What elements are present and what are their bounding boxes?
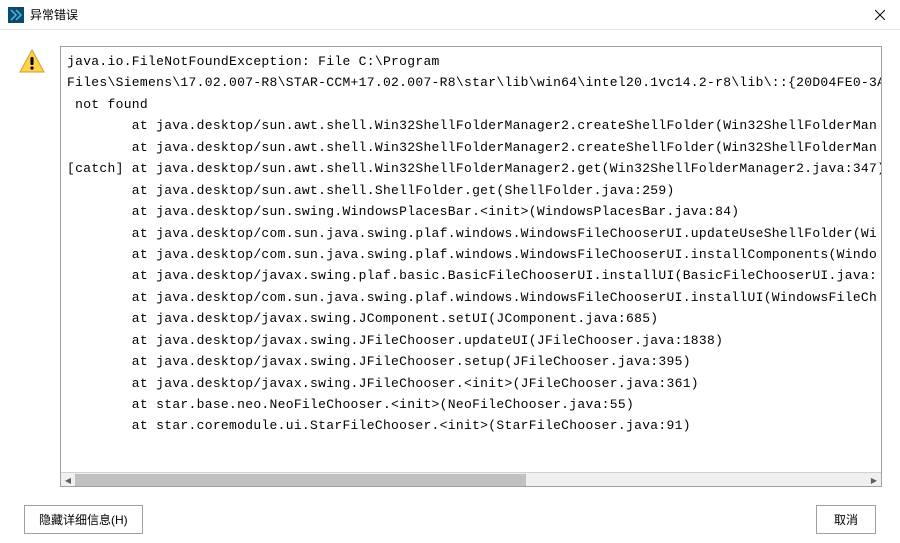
titlebar-left: 异常错误 bbox=[8, 6, 78, 23]
cancel-button[interactable]: 取消 bbox=[816, 505, 876, 534]
titlebar: 异常错误 bbox=[0, 0, 900, 30]
scroll-left-arrow[interactable]: ◀ bbox=[61, 473, 75, 487]
button-bar: 隐藏详细信息(H) 取消 bbox=[0, 495, 900, 543]
window-title: 异常错误 bbox=[30, 6, 78, 23]
stacktrace-text[interactable]: java.io.FileNotFoundException: File C:\P… bbox=[61, 47, 881, 472]
scroll-thumb[interactable] bbox=[75, 474, 526, 486]
hide-details-button[interactable]: 隐藏详细信息(H) bbox=[24, 505, 143, 534]
content-area: java.io.FileNotFoundException: File C:\P… bbox=[0, 30, 900, 495]
warning-icon bbox=[18, 48, 46, 76]
scroll-right-arrow[interactable]: ▶ bbox=[867, 473, 881, 487]
stacktrace-container: java.io.FileNotFoundException: File C:\P… bbox=[60, 46, 882, 487]
horizontal-scrollbar[interactable]: ◀ ▶ bbox=[61, 472, 881, 486]
app-icon bbox=[8, 7, 24, 23]
close-button[interactable] bbox=[868, 3, 892, 27]
